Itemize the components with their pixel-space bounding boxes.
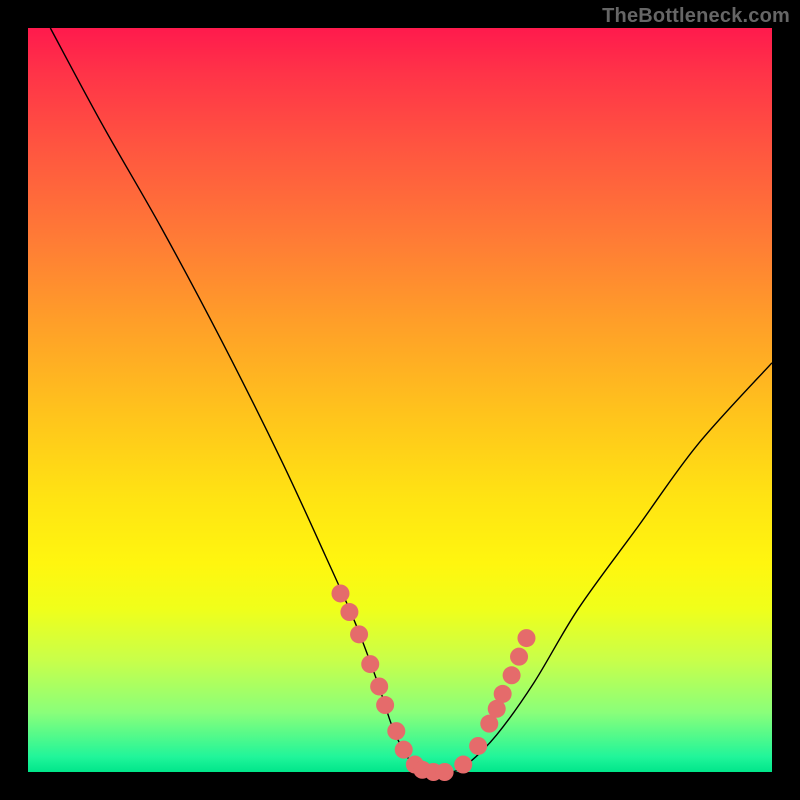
marker-dot <box>510 648 528 666</box>
marker-dot <box>503 666 521 684</box>
marker-dot <box>395 741 413 759</box>
marker-dot <box>370 677 388 695</box>
marker-dot <box>469 737 487 755</box>
marker-dot <box>494 685 512 703</box>
marker-dot <box>517 629 535 647</box>
marker-dot <box>340 603 358 621</box>
curve-svg <box>28 28 772 772</box>
marker-dot <box>361 655 379 673</box>
marker-dot <box>387 722 405 740</box>
marker-dot <box>454 756 472 774</box>
highlight-markers <box>331 584 535 781</box>
marker-dot <box>350 625 368 643</box>
bottleneck-curve <box>50 28 772 773</box>
plot-area <box>28 28 772 772</box>
marker-dot <box>376 696 394 714</box>
watermark-text: TheBottleneck.com <box>602 5 790 28</box>
marker-dot <box>436 763 454 781</box>
chart-stage: TheBottleneck.com <box>0 0 800 800</box>
marker-dot <box>331 584 349 602</box>
